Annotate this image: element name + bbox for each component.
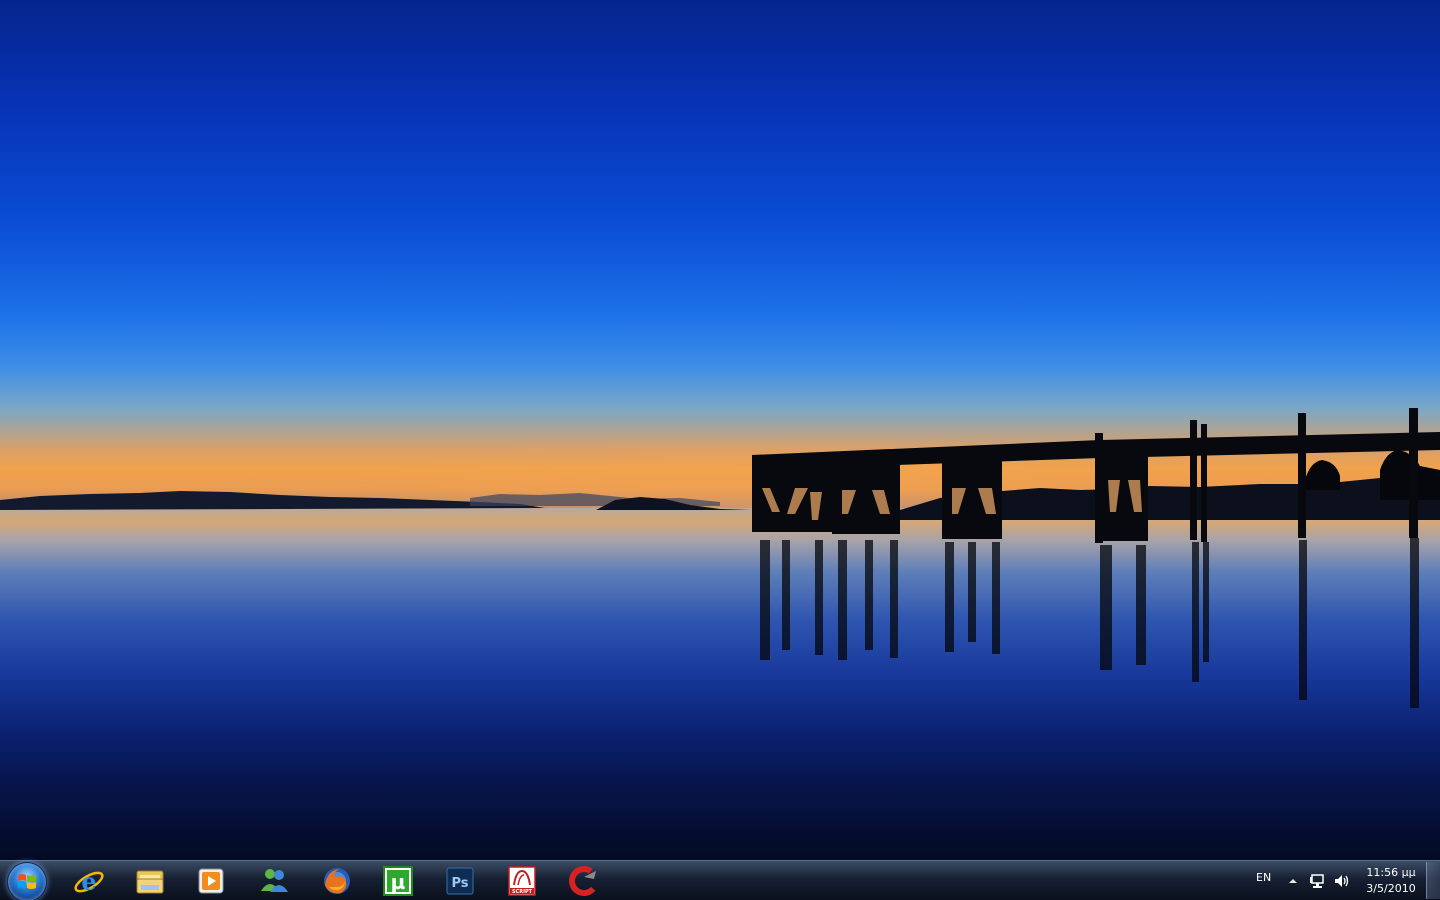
volume-icon[interactable] <box>1333 872 1351 890</box>
desktop[interactable] <box>0 0 1440 860</box>
folder-icon <box>136 870 164 894</box>
start-button[interactable] <box>7 862 47 900</box>
svg-text:Ps: Ps <box>451 876 468 891</box>
taskbar-windows-live-messenger[interactable] <box>257 864 291 898</box>
show-hidden-icons-icon[interactable] <box>1287 875 1299 887</box>
taskbar: e µ Ps SCRIPT EN 11:56 μμ 3/5/2010 <box>0 860 1440 900</box>
windows-flag-icon <box>18 874 36 889</box>
script-icon: SCRIPT <box>508 866 536 896</box>
svg-text:SCRIPT: SCRIPT <box>512 889 533 895</box>
taskbar-ccleaner[interactable] <box>567 864 601 898</box>
taskbar-media-player[interactable] <box>194 864 228 898</box>
svg-text:µ: µ <box>391 870 406 894</box>
wallpaper-pier-silhouette <box>0 408 1440 708</box>
ccleaner-icon <box>569 866 599 896</box>
clock-date: 3/5/2010 <box>1366 882 1416 895</box>
messenger-icon <box>261 869 288 892</box>
taskbar-script-app[interactable]: SCRIPT <box>505 864 539 898</box>
svg-text:e: e <box>81 867 96 896</box>
media-player-icon <box>198 868 224 894</box>
utorrent-icon: µ <box>383 866 413 896</box>
show-desktop-button[interactable] <box>1426 862 1440 899</box>
taskbar-firefox[interactable] <box>320 864 354 898</box>
taskbar-windows-explorer[interactable] <box>133 864 167 898</box>
system-clock[interactable]: 11:56 μμ 3/5/2010 <box>1358 865 1424 897</box>
firefox-icon <box>324 868 350 894</box>
photoshop-icon: Ps <box>446 867 474 895</box>
taskbar-internet-explorer[interactable]: e <box>72 864 106 898</box>
language-indicator[interactable]: EN <box>1256 871 1271 884</box>
clock-time: 11:56 μμ <box>1366 866 1416 879</box>
taskbar-utorrent[interactable]: µ <box>381 864 415 898</box>
taskbar-photoshop[interactable]: Ps <box>443 864 477 898</box>
ie-icon: e <box>74 867 104 896</box>
network-icon[interactable] <box>1309 872 1327 890</box>
